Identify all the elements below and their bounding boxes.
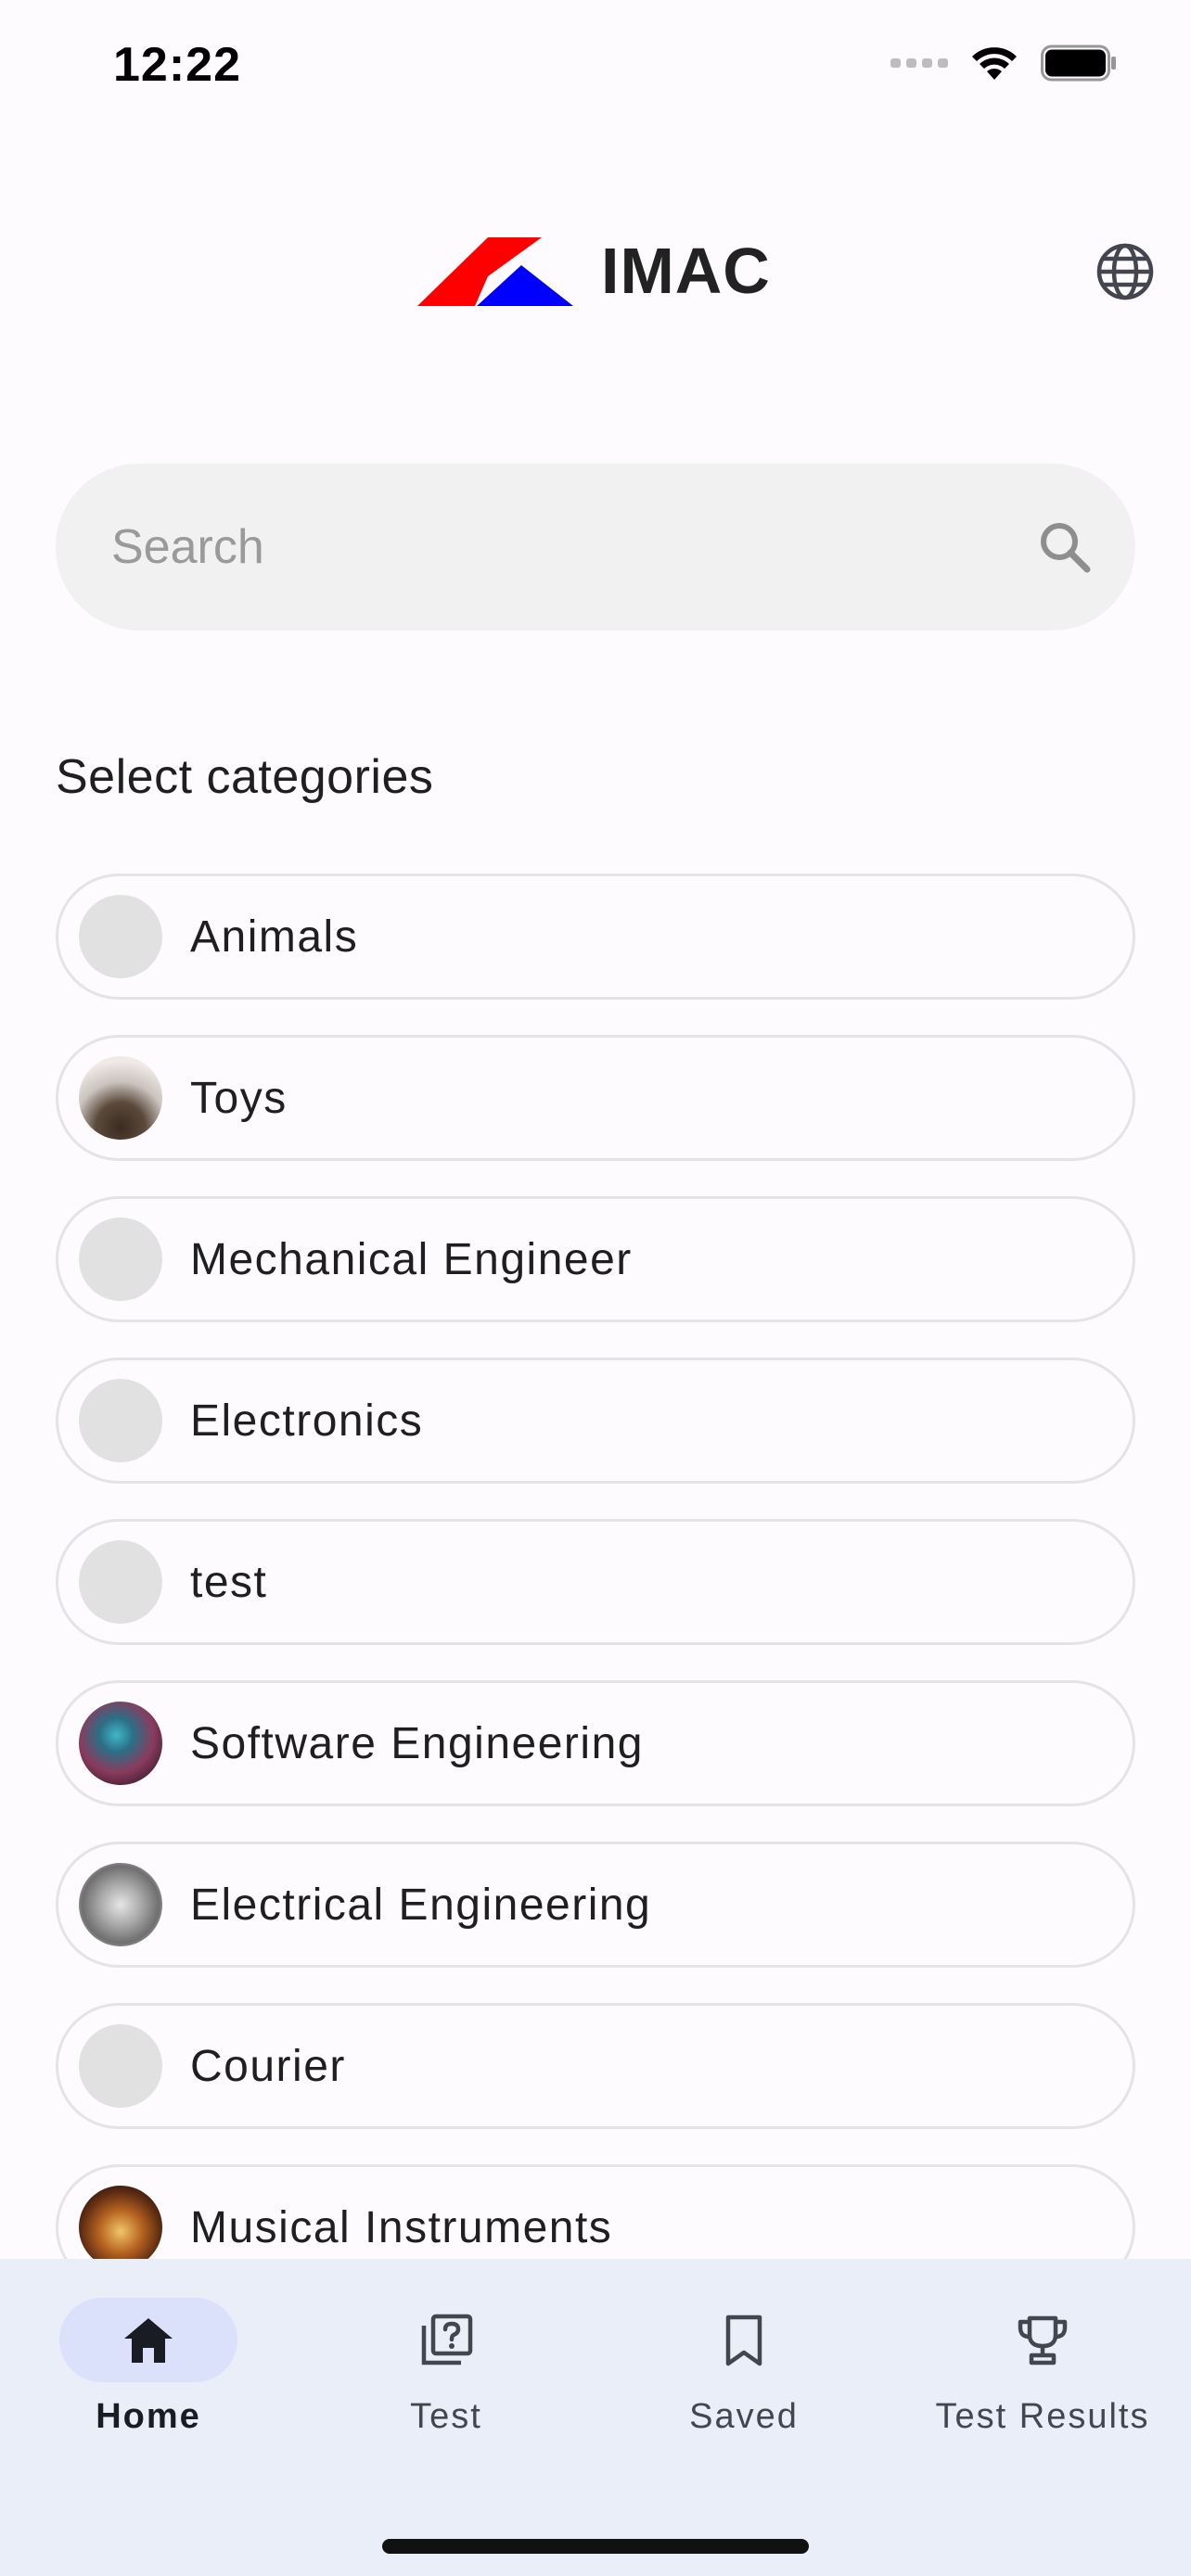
bottom-navigation: Home Test Saved Test Results: [0, 2259, 1191, 2576]
category-label: Courier: [190, 2041, 346, 2091]
home-icon: [124, 2317, 173, 2363]
category-avatar: [79, 1379, 162, 1462]
category-label: Mechanical Engineer: [190, 1234, 633, 1284]
nav-label: Test Results: [935, 2397, 1150, 2436]
category-avatar: [79, 895, 162, 978]
search-input[interactable]: [111, 464, 1002, 631]
nav-home[interactable]: Home: [0, 2298, 297, 2437]
search-icon[interactable]: [1035, 517, 1095, 577]
status-icons: [890, 45, 1117, 82]
category-list: Animals Toys Mechanical Engineer Electro…: [56, 874, 1135, 2261]
category-image: [79, 1056, 162, 1140]
category-image: [79, 1863, 162, 1946]
logo-text: IMAC: [601, 235, 771, 307]
cellular-signal-icon: [890, 58, 948, 68]
nav-saved-indicator: [655, 2298, 833, 2382]
category-item-musical-instruments[interactable]: Musical Instruments: [56, 2164, 1135, 2261]
logo-mark: [417, 237, 573, 306]
imac-logo: IMAC: [417, 234, 771, 308]
category-avatar: [79, 2024, 162, 2108]
nav-label: Test: [410, 2397, 482, 2436]
quiz-icon: [421, 2314, 473, 2365]
search-bar: [56, 464, 1135, 631]
bookmark-icon: [725, 2315, 762, 2366]
category-item-software-engineering[interactable]: Software Engineering: [56, 1680, 1135, 1806]
category-label: Electrical Engineering: [190, 1880, 652, 1930]
category-label: Electronics: [190, 1396, 424, 1446]
app-header: IMAC: [0, 213, 1191, 325]
category-item-animals[interactable]: Animals: [56, 874, 1135, 1000]
category-item-electronics[interactable]: Electronics: [56, 1358, 1135, 1484]
nav-test-results[interactable]: Test Results: [894, 2298, 1191, 2437]
status-bar: 12:22: [0, 0, 1191, 139]
category-image: [79, 2186, 162, 2261]
nav-test-indicator: [357, 2298, 535, 2382]
category-label: Toys: [190, 1073, 288, 1123]
status-time: 12:22: [113, 38, 241, 92]
trophy-icon: [1018, 2315, 1068, 2365]
category-label: test: [190, 1557, 268, 1607]
category-label: Software Engineering: [190, 1718, 644, 1768]
language-button[interactable]: [1095, 241, 1156, 302]
category-avatar: [79, 1218, 162, 1301]
category-item-mechanical-engineer[interactable]: Mechanical Engineer: [56, 1196, 1135, 1322]
category-item-electrical-engineering[interactable]: Electrical Engineering: [56, 1842, 1135, 1968]
wifi-icon: [972, 47, 1017, 80]
nav-test[interactable]: Test: [298, 2298, 595, 2437]
category-label: Animals: [190, 912, 359, 962]
category-label: Musical Instruments: [190, 2202, 613, 2252]
section-title: Select categories: [56, 750, 434, 804]
category-item-toys[interactable]: Toys: [56, 1035, 1135, 1161]
nav-home-indicator: [59, 2298, 237, 2382]
category-item-courier[interactable]: Courier: [56, 2003, 1135, 2129]
nav-label: Saved: [689, 2397, 799, 2436]
nav-test-results-indicator: [954, 2298, 1132, 2382]
home-indicator: [382, 2539, 809, 2554]
category-image: [79, 1702, 162, 1785]
category-item-test[interactable]: test: [56, 1519, 1135, 1645]
nav-saved[interactable]: Saved: [596, 2298, 892, 2437]
globe-icon: [1096, 243, 1154, 300]
category-avatar: [79, 1540, 162, 1624]
battery-icon: [1041, 45, 1116, 82]
nav-label: Home: [96, 2397, 201, 2436]
